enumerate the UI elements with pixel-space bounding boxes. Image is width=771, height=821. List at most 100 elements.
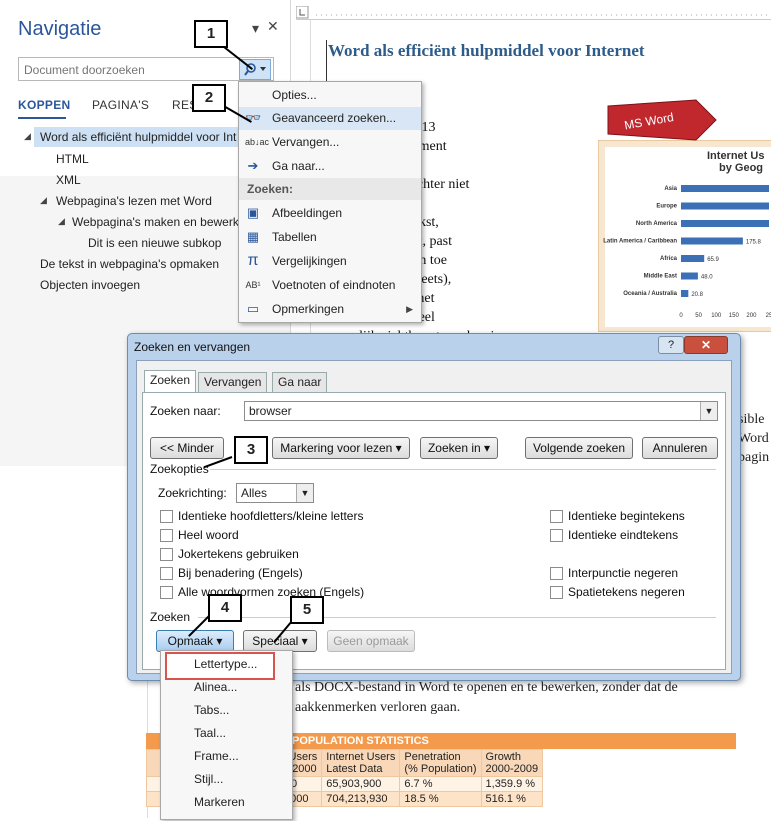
menu-item-equations[interactable]: π Vergelijkingen [239,250,421,273]
find-what-input[interactable]: browser ▼ [244,401,718,421]
format-menu-item[interactable]: Markeren [194,795,245,809]
chart-bar [681,255,705,262]
chart-category-label: Asia [664,186,677,192]
tree-item[interactable]: Objecten invoegen [40,278,140,292]
pi-icon: π [247,252,259,269]
find-next-button[interactable]: Volgende zoeken [525,437,633,459]
format-menu-item[interactable]: Frame... [194,749,239,763]
checkbox[interactable] [160,567,173,580]
document-line: aakkenmerken verloren gaan. [295,700,461,715]
document-line: sible [738,412,765,427]
checkbox[interactable] [160,586,173,599]
tree-item[interactable]: HTML [56,152,89,166]
divider [210,469,716,470]
chart-category-label: Middle East [644,274,677,280]
no-formatting-button[interactable]: Geen opmaak [327,630,415,652]
chart-tick-label: 50 [695,313,702,319]
tab-headings[interactable]: KOPPEN [18,98,70,112]
checkbox[interactable] [550,567,563,580]
tree-item[interactable]: Dit is een nieuwe subkop [88,236,221,250]
checkbox-label: Identieke begintekens [568,509,685,523]
search-direction-label: Zoekrichting: [158,486,227,500]
help-button[interactable]: ? [658,336,684,354]
table-cell: 18.5 % [399,791,482,807]
menu-section-header: Zoeken: [239,178,421,200]
callout-3: 3 [234,436,268,464]
table-header-line: (% Population) [404,763,477,775]
checkbox[interactable] [550,586,563,599]
checkbox[interactable] [160,529,173,542]
menu-item-advanced-find[interactable]: 👓 Geavanceerd zoeken... [239,107,421,130]
format-menu-item[interactable]: Taal... [194,726,226,740]
menu-item-footnotes[interactable]: AB¹ Voetnoten of eindnoten [239,274,421,297]
chart-bar [681,185,769,192]
tab-replace[interactable]: Vervangen [198,372,268,392]
checkbox-label: Bij benadering (Engels) [178,566,303,580]
comment-icon: ▭ [246,301,260,316]
format-menu-item[interactable]: Stijl... [194,772,223,786]
collapse-arrow-icon[interactable]: ◢ [40,195,47,206]
chart-data-label: 175.8 [746,240,762,246]
chart-data-label: 65.9 [707,257,719,263]
checkbox[interactable] [550,529,563,542]
checkbox[interactable] [550,510,563,523]
table-header-line: Penetration [404,751,461,763]
chart-bar [681,290,689,297]
pane-options-icon[interactable]: ▾ [252,20,259,37]
document-right-fragment: sible Word pagin [738,410,769,467]
reading-highlight-button[interactable]: Markering voor lezen ▾ [272,437,410,459]
chart-bar [681,202,769,210]
format-menu-item[interactable]: Lettertype... [194,657,257,671]
find-replace-dialog: Zoeken en vervangen ? ✕ Zoeken Vervangen… [127,333,741,681]
menu-item-comments[interactable]: ▭ Opmerkingen ▶ [239,298,421,321]
menu-item-options[interactable]: Opties... [239,84,421,107]
format-menu-item[interactable]: Tabs... [194,703,229,717]
less-button[interactable]: << Minder [150,437,224,459]
chart-bar [681,237,743,245]
chart-bar [681,220,769,227]
chart-category-label: Europe [656,204,677,210]
horizontal-ruler [295,5,771,20]
collapse-arrow-icon[interactable]: ◢ [24,131,31,142]
search-input[interactable] [22,60,236,80]
tree-item[interactable]: Webpagina's lezen met Word [56,194,212,208]
checkbox-label: Identieke eindtekens [568,528,679,542]
search-box[interactable] [18,57,274,81]
format-button[interactable]: Opmaak ▾ [156,630,234,652]
search-options-header: Zoekopties [150,462,209,476]
menu-item-tables[interactable]: ▦ Tabellen [239,226,421,249]
table-cell: 1,359.9 % [480,776,544,792]
dropdown-arrow-icon[interactable]: ▼ [700,402,717,420]
checkbox-label: Spatietekens negeren [568,585,685,599]
search-direction-select[interactable]: Alles ▼ [236,483,314,503]
chart-title-line2: by Geog [719,162,763,174]
internet-users-chart: Internet Us by Geog Asia Europe North Amer… [603,147,771,327]
cancel-button[interactable]: Annuleren [642,437,718,459]
image-icon: ▣ [246,205,260,220]
callout-2: 2 [192,84,226,112]
chart-data-label: 48.0 [701,275,713,281]
chart-bar [681,272,698,280]
document-body-lower: als DOCX-bestand in Word te openen en te… [295,678,678,718]
menu-item-images[interactable]: ▣ Afbeeldingen [239,202,421,225]
menu-item-replace[interactable]: ab↓ac Vervangen... [239,131,421,154]
tab-pages[interactable]: PAGINA'S [92,98,149,112]
tab-goto[interactable]: Ga naar [272,372,328,392]
collapse-arrow-icon[interactable]: ◢ [58,216,65,227]
checkbox[interactable] [160,548,173,561]
tree-item[interactable]: De tekst in webpagina's opmaken [40,257,219,271]
tree-item[interactable]: Word als efficiënt hulpmiddel voor Int [40,130,236,144]
close-icon[interactable]: ✕ [267,18,279,35]
menu-item-goto[interactable]: ➔ Ga naar... [239,155,421,178]
find-in-button[interactable]: Zoeken in ▾ [420,437,498,459]
tree-item[interactable]: Webpagina's maken en bewerk [72,215,239,229]
document-line: pagin [738,450,770,465]
format-menu-item[interactable]: Alinea... [194,680,237,694]
table-header-cell: Penetration (% Population) [399,749,482,777]
tree-item[interactable]: XML [56,173,81,187]
close-button[interactable]: ✕ [684,336,728,354]
checkbox[interactable] [160,510,173,523]
chart-category-label: Africa [660,256,678,262]
tab-find[interactable]: Zoeken [144,370,197,393]
search-section-label: Zoeken [150,610,191,624]
